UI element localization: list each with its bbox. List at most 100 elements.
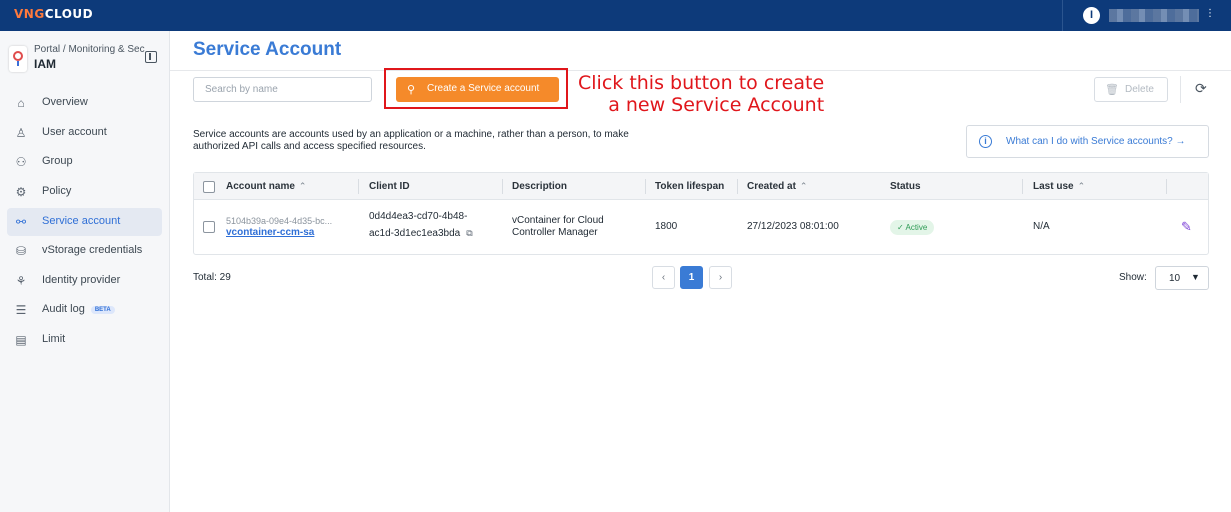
help-link-label: What can I do with Service accounts? → — [1006, 136, 1186, 147]
home-icon: ⌂ — [17, 96, 25, 110]
storage-icon: ⛁ — [15, 244, 27, 258]
service-account-icon: ⚯ — [15, 215, 27, 229]
sidebar-item-label: Identity provider — [42, 274, 121, 286]
row-checkbox[interactable] — [203, 221, 215, 233]
vng-cloud-logo[interactable]: VNGCLOUD — [14, 7, 93, 21]
status-badge: ✓ Active — [890, 220, 935, 235]
avatar[interactable]: I — [1083, 7, 1100, 24]
trash-icon: 🗑 — [1105, 84, 1119, 96]
column-divider — [737, 179, 738, 194]
audit-log-icon: ☰ — [15, 303, 27, 317]
column-divider — [1022, 179, 1023, 194]
next-page-button[interactable]: › — [709, 266, 732, 289]
sidebar-item-vstorage-credentials[interactable]: ⛁ vStorage credentials — [7, 237, 162, 265]
sidebar-item-label: Limit — [42, 333, 66, 345]
user-menu[interactable]: I ⋮ — [1062, 0, 1231, 31]
client-id-cell: 0d4d4ea3-cd70-4b48- ac1d-3d1ec1ea3bda ⧉ — [369, 209, 473, 242]
divider — [170, 70, 1231, 71]
page-title: Service Account — [193, 39, 342, 60]
delete-button[interactable]: 🗑 Delete — [1094, 77, 1168, 102]
column-divider — [1166, 179, 1167, 194]
column-divider — [645, 179, 646, 194]
refresh-icon[interactable]: ⟳ — [1195, 80, 1207, 97]
delete-button-label: Delete — [1125, 84, 1154, 95]
column-header-last-use[interactable]: Last use ⌃ — [1033, 181, 1085, 192]
sort-icon[interactable]: ⌃ — [299, 181, 307, 191]
account-name-link[interactable]: vcontainer-ccm-sa — [226, 227, 332, 239]
sidebar-item-user-account[interactable]: ♙ User account — [7, 119, 162, 147]
last-use-cell: N/A — [1033, 221, 1050, 232]
column-divider — [502, 179, 503, 194]
column-divider — [358, 179, 359, 194]
top-bar: VNGCLOUD I ⋮ — [0, 0, 1231, 31]
token-lifespan-cell: 1800 — [655, 221, 678, 232]
collapse-sidebar-icon[interactable] — [145, 51, 157, 63]
table-header: Account name ⌃ Client ID Description Toke… — [194, 173, 1208, 200]
description-line: vContainer for Cloud — [512, 215, 604, 226]
description-cell: vContainer for Cloud Controller Manager — [512, 215, 604, 239]
user-name-redacted — [1109, 9, 1199, 22]
column-label: Last use — [1033, 181, 1074, 192]
prev-page-button[interactable]: ‹ — [652, 266, 675, 289]
column-header-description: Description — [512, 181, 568, 192]
client-id-line: ac1d-3d1ec1ea3bda — [369, 228, 461, 239]
help-link[interactable]: i What can I do with Service accounts? → — [966, 125, 1209, 158]
column-header-created-at[interactable]: Created at ⌃ — [747, 181, 807, 192]
user-menu-icon[interactable]: ⋮ — [1205, 8, 1215, 19]
edit-icon[interactable]: ✎ — [1181, 219, 1192, 235]
column-label: Account name — [226, 181, 295, 192]
sidebar-item-label: Overview — [42, 96, 88, 108]
sort-icon[interactable]: ⌃ — [1078, 181, 1086, 191]
sidebar-item-label: Group — [42, 155, 73, 167]
page-button-current[interactable]: 1 — [680, 266, 703, 289]
create-service-account-button[interactable]: ⚲ Create a Service account — [396, 77, 559, 102]
sidebar-item-label: User account — [42, 126, 107, 138]
column-header-token-lifespan: Token lifespan — [655, 181, 725, 192]
account-id: 5104b39a-09e4-4d35-bc... — [226, 216, 333, 226]
sidebar-item-label: Audit log BETA — [42, 303, 115, 315]
logo-text-left: VNG — [14, 7, 45, 21]
identity-provider-icon: ⚘ — [15, 274, 27, 288]
chevron-down-icon: ▼ — [1191, 272, 1200, 282]
sidebar-item-audit-log[interactable]: ☰ Audit log BETA — [7, 296, 162, 324]
client-id-line: 0d4d4ea3-cd70-4b48- — [369, 211, 468, 222]
sidebar-item-service-account[interactable]: ⚯ Service account — [7, 208, 162, 236]
group-icon: ⚇ — [15, 155, 27, 169]
copy-icon[interactable]: ⧉ — [466, 225, 472, 241]
sidebar-item-label: vStorage credentials — [42, 244, 143, 256]
page-size-value: 10 — [1169, 273, 1181, 284]
column-header-account-name[interactable]: Account name ⌃ — [226, 181, 306, 192]
page-size-select[interactable]: 10 ▼ — [1155, 266, 1209, 290]
total-count: Total: 29 — [193, 272, 231, 283]
description-line: Controller Manager — [512, 227, 598, 238]
iam-service-icon — [9, 46, 27, 72]
sidebar: Portal / Monitoring & Sec IAM ⌂ Overview… — [0, 31, 170, 512]
sidebar-item-overview[interactable]: ⌂ Overview — [7, 89, 162, 117]
policy-icon: ⚙ — [15, 185, 27, 199]
select-all-checkbox[interactable] — [203, 181, 215, 193]
sidebar-item-group[interactable]: ⚇ Group — [7, 148, 162, 176]
breadcrumb[interactable]: Portal / Monitoring & Sec — [34, 44, 146, 55]
column-label: Created at — [747, 181, 796, 192]
sidebar-item-identity-provider[interactable]: ⚘ Identity provider — [7, 267, 162, 295]
page-description: Service accounts are accounts used by an… — [193, 129, 629, 152]
column-header-status: Status — [890, 181, 921, 192]
sidebar-item-label: Service account — [42, 215, 121, 227]
page-size-label: Show: — [1119, 272, 1147, 283]
beta-badge: BETA — [90, 306, 115, 314]
account-cell: 5104b39a-09e4-4d35-bc... vcontainer-ccm-… — [226, 215, 332, 239]
sidebar-item-policy[interactable]: ⚙ Policy — [7, 178, 162, 206]
create-button-label: Create a Service account — [427, 83, 540, 94]
created-at-cell: 27/12/2023 08:01:00 — [747, 221, 839, 232]
annotation-text: Click this button to create a new Servic… — [578, 72, 825, 116]
info-icon: i — [979, 135, 992, 148]
sort-icon[interactable]: ⌃ — [800, 181, 808, 191]
logo-text-right: CLOUD — [44, 7, 94, 21]
add-user-icon: ⚲ — [407, 84, 416, 96]
service-account-table: Account name ⌃ Client ID Description Toke… — [193, 172, 1209, 255]
search-input[interactable] — [193, 77, 372, 102]
divider — [1180, 76, 1181, 103]
app-name: IAM — [34, 57, 56, 71]
limit-icon: ▤ — [15, 333, 27, 347]
sidebar-item-limit[interactable]: ▤ Limit — [7, 326, 162, 354]
